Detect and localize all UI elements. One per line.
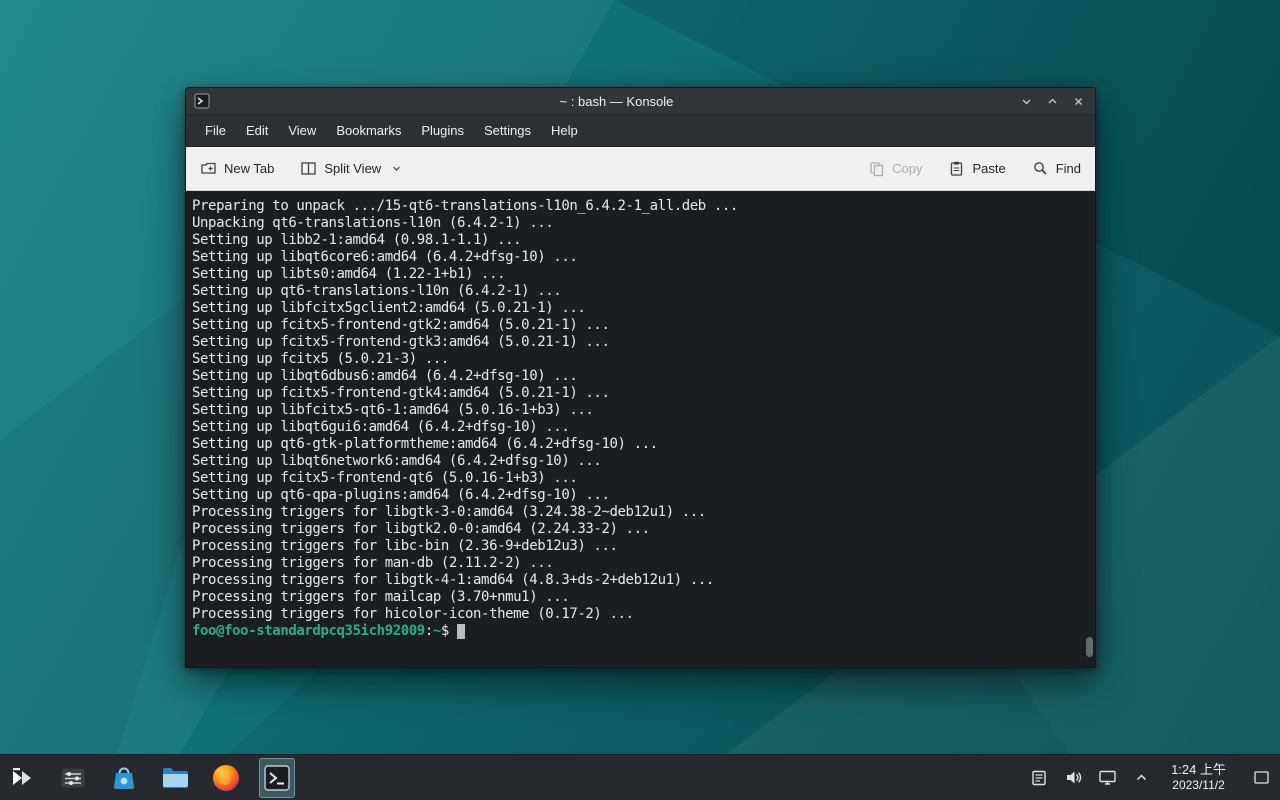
terminal-line: Setting up libb2-1:amd64 (0.98.1-1.1) ..… [192,232,1081,249]
paste-icon [948,160,965,177]
taskbar-panel: 1:24 上午 2023/11/2 [0,754,1280,800]
menu-plugins[interactable]: Plugins [412,119,473,142]
split-view-label: Split View [324,161,381,176]
terminal-line: Setting up libqt6gui6:amd64 (6.4.2+dfsg-… [192,419,1081,436]
menu-settings[interactable]: Settings [475,119,540,142]
prompt-user-host: foo@foo-standardpcq35ich92009 [192,623,425,640]
menu-view[interactable]: View [279,119,325,142]
menu-help[interactable]: Help [542,119,587,142]
prompt-dollar: $ [441,623,449,640]
menu-file[interactable]: File [196,119,235,142]
menu-edit[interactable]: Edit [237,119,277,142]
terminal-line: Setting up fcitx5-frontend-gtk3:amd64 (5… [192,334,1081,351]
new-tab-button[interactable]: New Tab [200,160,274,177]
copy-label: Copy [892,161,922,176]
copy-icon [868,160,885,177]
terminal-line: Setting up libqt6core6:amd64 (6.4.2+dfsg… [192,249,1081,266]
terminal-line: Setting up qt6-qpa-plugins:amd64 (6.4.2+… [192,487,1081,504]
find-label: Find [1056,161,1081,176]
paste-button[interactable]: Paste [948,160,1005,177]
terminal-line: Processing triggers for libgtk-3-0:amd64… [192,504,1081,521]
terminal-line: Setting up libfcitx5gclient2:amd64 (5.0.… [192,300,1081,317]
new-tab-label: New Tab [224,161,274,176]
volume-icon[interactable] [1063,768,1083,788]
terminal-line: Unpacking qt6-translations-l10n (6.4.2-1… [192,215,1081,232]
terminal-line: Setting up fcitx5-frontend-gtk4:amd64 (5… [192,385,1081,402]
terminal-line: Setting up qt6-translations-l10n (6.4.2-… [192,283,1081,300]
terminal-line: Setting up libts0:amd64 (1.22-1+b1) ... [192,266,1081,283]
clock-time: 1:24 上午 [1171,762,1226,778]
split-view-button[interactable]: Split View [300,160,402,177]
system-tray: 1:24 上午 2023/11/2 [1029,762,1272,793]
notifications-icon[interactable] [1029,768,1049,788]
terminal-line: Setting up fcitx5-frontend-qt6 (5.0.16-1… [192,470,1081,487]
new-tab-icon [200,160,217,177]
minimize-button[interactable] [1017,92,1035,110]
terminal-line: Setting up libfcitx5-qt6-1:amd64 (5.0.16… [192,402,1081,419]
paste-label: Paste [972,161,1005,176]
desktop: ~ : bash — Konsole File Edit View Bookma… [0,0,1280,800]
terminal-line: Processing triggers for libc-bin (2.36-9… [192,538,1081,555]
terminal-line: Processing triggers for man-db (2.11.2-2… [192,555,1081,572]
terminal-line: Setting up libqt6network6:amd64 (6.4.2+d… [192,453,1081,470]
titlebar[interactable]: ~ : bash — Konsole [186,88,1095,115]
terminal-line: Processing triggers for libgtk-4-1:amd64… [192,572,1081,589]
terminal-scrollbar[interactable] [1085,195,1093,663]
terminal-line: Setting up libqt6dbus6:amd64 (6.4.2+dfsg… [192,368,1081,385]
close-button[interactable] [1069,92,1087,110]
menu-bookmarks[interactable]: Bookmarks [327,119,410,142]
menubar: File Edit View Bookmarks Plugins Setting… [186,115,1095,147]
find-button[interactable]: Find [1032,160,1081,177]
window-title: ~ : bash — Konsole [216,94,1017,109]
konsole-app-icon [194,93,210,109]
terminal-line: Processing triggers for hicolor-icon-the… [192,606,1081,623]
terminal-line: Setting up qt6-gtk-platformtheme:amd64 (… [192,436,1081,453]
discover-icon[interactable] [106,758,142,798]
firefox-icon[interactable] [208,758,244,798]
tray-expander-chevron-icon[interactable] [1131,768,1151,788]
show-desktop-button[interactable] [1250,767,1272,789]
display-icon[interactable] [1097,768,1117,788]
terminal-line: Processing triggers for libgtk2.0-0:amd6… [192,521,1081,538]
search-icon [1032,160,1049,177]
prompt-path: ~ [433,623,441,640]
toolbar: New Tab Split View [186,147,1095,191]
terminal-lines: Preparing to unpack .../15-qt6-translati… [192,198,1081,623]
app-launcher-button[interactable] [4,758,40,798]
prompt-colon: : [425,623,433,640]
maximize-button[interactable] [1043,92,1061,110]
file-manager-icon[interactable] [157,758,193,798]
clock-date: 2023/11/2 [1171,778,1226,793]
terminal-line: Processing triggers for mailcap (3.70+nm… [192,589,1081,606]
konsole-window: ~ : bash — Konsole File Edit View Bookma… [185,87,1096,668]
split-view-icon [300,160,317,177]
scrollbar-thumb[interactable] [1086,637,1093,657]
settings-tweaks-icon[interactable] [55,758,91,798]
terminal-output[interactable]: Preparing to unpack .../15-qt6-translati… [186,191,1095,667]
copy-button[interactable]: Copy [868,160,922,177]
terminal-line: Setting up fcitx5 (5.0.21-3) ... [192,351,1081,368]
konsole-taskbar-button[interactable] [259,758,295,798]
terminal-line: Setting up fcitx5-frontend-gtk2:amd64 (5… [192,317,1081,334]
digital-clock[interactable]: 1:24 上午 2023/11/2 [1165,762,1232,793]
terminal-cursor [457,624,465,639]
chevron-down-icon [391,163,402,174]
terminal-prompt-line: foo@foo-standardpcq35ich92009:~$ [192,623,1081,640]
terminal-line: Preparing to unpack .../15-qt6-translati… [192,198,1081,215]
